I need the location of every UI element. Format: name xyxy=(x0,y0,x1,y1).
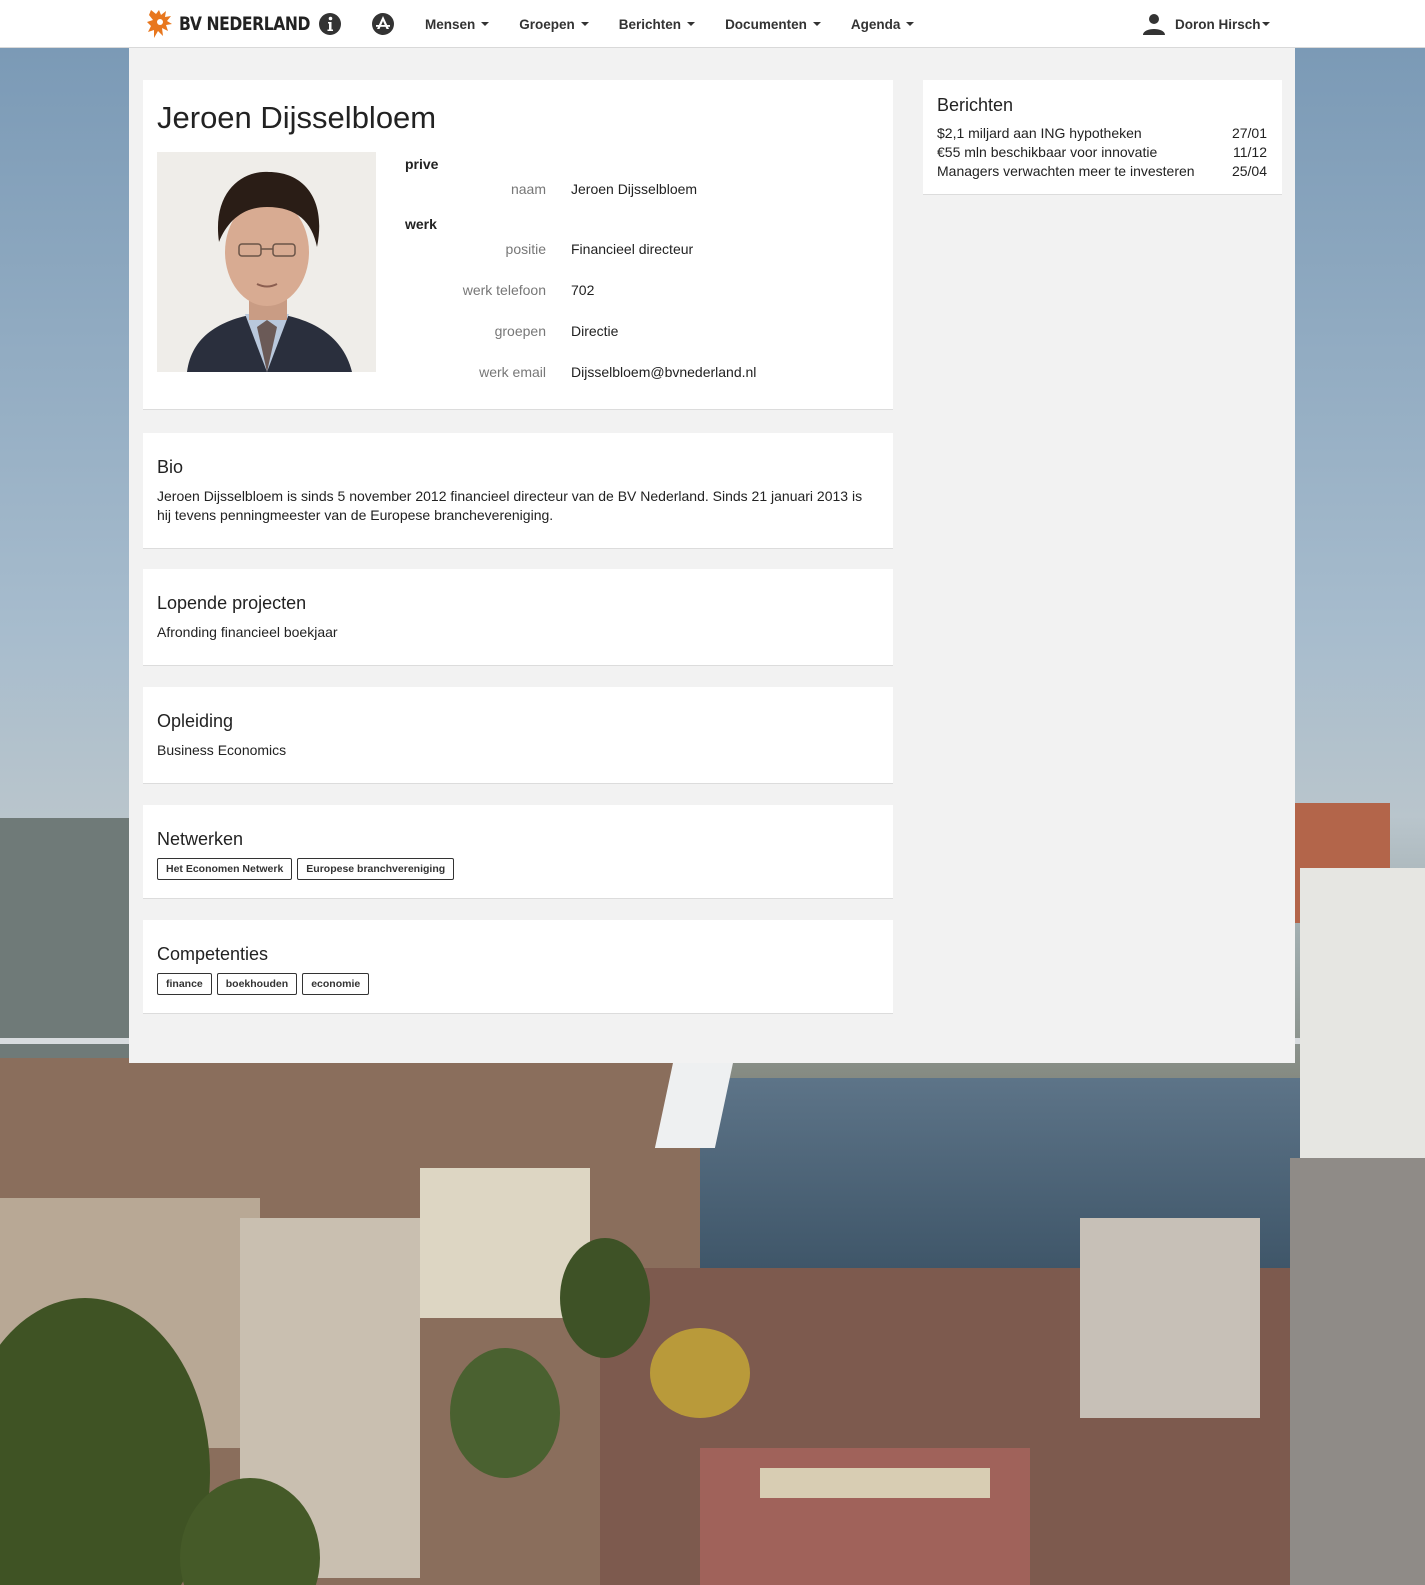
chevron-down-icon xyxy=(481,22,490,26)
network-tag[interactable]: Het Economen Netwerk xyxy=(157,858,293,880)
user-icon xyxy=(1143,14,1165,35)
news-heading: Berichten xyxy=(937,95,1014,115)
competency-tag[interactable]: boekhouden xyxy=(216,973,298,995)
field-value-groepen[interactable]: Directie xyxy=(571,323,618,339)
profile-card: Jeroen Dijsselbloem prive naam Jeroen Di… xyxy=(143,80,893,410)
prive-heading: prive xyxy=(405,156,439,172)
chevron-down-icon xyxy=(580,22,589,26)
nav-documenten-dropdown[interactable]: Documenten xyxy=(725,17,821,32)
competencies-heading: Competenties xyxy=(157,944,269,964)
main-content: Jeroen Dijsselbloem prive naam Jeroen Di… xyxy=(129,48,1295,1063)
bio-text: Jeroen Dijsselbloem is sinds 5 november … xyxy=(157,488,863,523)
field-label-werk-telefoon: werk telefoon xyxy=(462,282,546,298)
education-text: Business Economics xyxy=(157,742,287,758)
field-label-werk-email: werk email xyxy=(479,364,546,380)
chevron-down-icon xyxy=(906,22,915,26)
news-item-date: 11/12 xyxy=(1233,144,1267,160)
nav-berichten-dropdown[interactable]: Berichten xyxy=(619,17,696,32)
info-icon[interactable] xyxy=(318,12,342,36)
news-item[interactable]: €55 mln beschikbaar voor innovatie 11/12 xyxy=(937,143,1267,162)
brand-home-link[interactable]: BV NEDERLAND xyxy=(147,8,339,40)
networks-tag-list: Het Economen Netwerk Europese branchvere… xyxy=(157,858,459,880)
user-name: Doron Hirsch xyxy=(1175,16,1261,32)
projects-card: Lopende projecten Afronding financieel b… xyxy=(143,569,893,666)
field-value-positie: Financieel directeur xyxy=(571,241,694,257)
lion-logo-icon xyxy=(147,10,172,38)
bio-heading: Bio xyxy=(157,457,184,477)
top-navigation-bar: BV NEDERLAND Mensen Groepen Berichten Do… xyxy=(0,0,1425,48)
competency-tag[interactable]: economie xyxy=(302,973,370,995)
app-store-icon[interactable] xyxy=(371,12,395,36)
news-card: Berichten $2,1 miljard aan ING hypotheke… xyxy=(923,80,1282,195)
news-item-title: $2,1 miljard aan ING hypotheken xyxy=(937,125,1142,141)
werk-heading: werk xyxy=(405,216,437,232)
nav-agenda-dropdown[interactable]: Agenda xyxy=(851,17,915,32)
news-item[interactable]: Managers verwachten meer te investeren 2… xyxy=(937,162,1267,181)
networks-card: Netwerken Het Economen Netwerk Europese … xyxy=(143,805,893,899)
news-item-date: 25/04 xyxy=(1231,163,1267,179)
networks-heading: Netwerken xyxy=(157,829,244,849)
network-tag[interactable]: Europese branchvereniging xyxy=(297,858,455,880)
competency-tag[interactable]: finance xyxy=(157,973,212,995)
profile-name-heading: Jeroen Dijsselbloem xyxy=(157,100,437,135)
field-value-naam: Jeroen Dijsselbloem xyxy=(571,181,698,197)
field-value-werk-email[interactable]: Dijsselbloem@bvnederland.nl xyxy=(571,364,756,380)
user-account-dropdown[interactable]: Doron Hirsch xyxy=(1143,0,1270,48)
education-card: Opleiding Business Economics xyxy=(143,687,893,784)
nav-groepen-dropdown[interactable]: Groepen xyxy=(519,17,589,32)
chevron-down-icon xyxy=(687,22,696,26)
bio-card: Bio Jeroen Dijsselbloem is sinds 5 novem… xyxy=(143,433,893,549)
competencies-tag-list: finance boekhouden economie xyxy=(157,973,374,995)
news-item-date: 27/01 xyxy=(1231,125,1267,141)
news-list: $2,1 miljard aan ING hypotheken 27/01 €5… xyxy=(937,124,1267,181)
news-item-title: €55 mln beschikbaar voor innovatie xyxy=(937,144,1158,160)
education-heading: Opleiding xyxy=(157,711,234,731)
field-label-groepen: groepen xyxy=(494,323,546,339)
brand-name: BV NEDERLAND xyxy=(179,13,311,35)
news-item[interactable]: $2,1 miljard aan ING hypotheken 27/01 xyxy=(937,124,1267,143)
nav-mensen-dropdown[interactable]: Mensen xyxy=(425,17,490,32)
projects-text: Afronding financieel boekjaar xyxy=(157,624,338,640)
news-item-title: Managers verwachten meer te investeren xyxy=(937,163,1195,179)
competencies-card: Competenties finance boekhouden economie xyxy=(143,920,893,1014)
chevron-down-icon xyxy=(812,22,821,26)
field-label-naam: naam xyxy=(510,181,546,197)
field-value-werk-telefoon: 702 xyxy=(571,282,595,298)
profile-photo xyxy=(157,152,376,372)
field-label-positie: positie xyxy=(505,241,546,257)
projects-heading: Lopende projecten xyxy=(157,593,307,613)
main-menu: Mensen Groepen Berichten Documenten Agen… xyxy=(425,0,944,48)
chevron-down-icon xyxy=(1261,22,1270,26)
